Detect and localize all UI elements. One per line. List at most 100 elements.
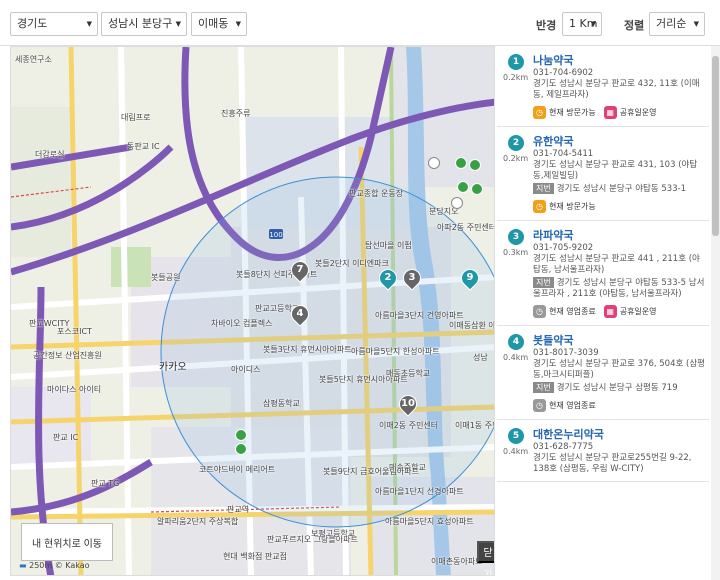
- map-label: 아름마을3단지 건영아파트: [375, 311, 464, 320]
- status-badges: ◷ 현재 영업종료: [533, 399, 705, 413]
- pharmacy-phone: 031-628-7775: [533, 442, 594, 452]
- pharmacy-marker[interactable]: [469, 159, 481, 171]
- pharmacy-name-link[interactable]: 유한약국: [533, 134, 705, 149]
- pharmacy-list-item[interactable]: 5 0.4km 대한온누리약국 031-628-7775 경기도 성남시 분당구 판교로…: [497, 420, 709, 482]
- map-label: 공간정보 산업진흥원: [33, 351, 102, 360]
- pharmacy-list-item[interactable]: 1 0.2km 나눔약국 031-704-6902 경기도 성남시 분당구 판교로 43…: [497, 46, 709, 127]
- map-label: 매동초등학교: [386, 369, 431, 378]
- pharmacy-address: 경기도 성남시 분당구 판교로 431, 103 (야탑동,제일빌딩): [533, 160, 698, 181]
- city-select[interactable]: 성남시 분당구 ▼: [101, 12, 187, 36]
- jibun-text: 경기도 성남시 분당구 야탑동 533-1: [556, 184, 687, 194]
- map-label: 알파리움2단지 주상복합: [157, 517, 239, 526]
- svg-text:100: 100: [269, 231, 282, 239]
- chevron-down-icon: ▼: [175, 20, 181, 28]
- list-scrollbar[interactable]: [711, 46, 720, 580]
- pharmacy-address: 경기도 성남시 분당구 판교로 432, 11호 (이매동, 제일프라자): [533, 79, 700, 100]
- map-label: 이매2동 주민센터: [379, 421, 439, 430]
- pharmacy-list[interactable]: 1 0.2km 나눔약국 031-704-6902 경기도 성남시 분당구 판교로 43…: [497, 46, 709, 580]
- calendar-icon: ▦: [603, 305, 617, 318]
- clock-icon: ◷: [533, 399, 546, 412]
- chevron-down-icon: ▼: [86, 20, 92, 28]
- map-label: 차바이오 컴플렉스: [211, 319, 273, 328]
- pharmacy-marker[interactable]: [428, 157, 440, 169]
- map-label: 보평고등학교: [311, 529, 356, 538]
- status-badges: ◷ 현재 방문가능: [533, 200, 705, 214]
- result-distance: 0.3km: [503, 248, 529, 257]
- pharmacy-marker[interactable]: [455, 157, 467, 169]
- pharmacy-name-link[interactable]: 라파약국: [533, 228, 705, 243]
- result-distance: 0.4km: [503, 447, 529, 456]
- status-badge: ◷ 현재 방문가능: [533, 106, 596, 120]
- map-label: 이매동삼환 아파트: [449, 321, 495, 330]
- map-label: 이매촌동아파트: [431, 557, 483, 566]
- close-map-button[interactable]: 닫기: [477, 541, 494, 575]
- pharmacy-marker[interactable]: [235, 443, 247, 455]
- pharmacy-name-link[interactable]: 대한온누리약국: [533, 427, 705, 442]
- pharmacy-name-link[interactable]: 봇들약국: [533, 333, 705, 348]
- map-label: 코트야드바이 메리어트: [199, 465, 276, 474]
- radius-select[interactable]: 1 Km ▼: [562, 12, 602, 36]
- clock-icon: ◷: [533, 106, 546, 119]
- locate-me-button[interactable]: 내 현위치로 이동: [21, 523, 113, 561]
- sort-value: 거리순: [656, 17, 687, 30]
- status-badges: ◷ 현재 영업종료 ▦ 공휴일운영: [533, 305, 705, 319]
- radius-label: 반경: [536, 19, 557, 32]
- map-label: 마이다스 아이티: [47, 385, 102, 394]
- map-label: 동판교 IC: [127, 142, 160, 151]
- map-label: 세종연구소: [15, 55, 52, 64]
- map-label: 현대 백화점 판교점: [223, 552, 287, 561]
- pharmacy-marker[interactable]: [235, 429, 247, 441]
- jibun-text: 경기도 성남시 분당구 야탑동 533-5 남서울프라자 , 211호 (야탑동…: [533, 278, 705, 299]
- map-label: 아름마을5단지 효성아파트: [385, 517, 474, 526]
- map-label: 봇들3단지 휴먼시아아파트: [263, 345, 352, 354]
- filter-bar: 경기도 ▼ 성남시 분당구 ▼ 이매동 ▼ 반경 1 Km ▼ 정렬 거리순 ▼: [0, 0, 720, 46]
- map-label: 아이디스: [231, 365, 261, 374]
- status-badge: ◷ 현재 영업종료: [533, 305, 596, 319]
- map-label: 판교 IC: [53, 433, 79, 442]
- map-scale: ▬ 250m © Kakao: [19, 561, 90, 570]
- map-label: 이매1동 주민센터: [455, 421, 494, 430]
- pharmacy-marker[interactable]: [471, 183, 483, 195]
- status-badge: ▦ 공휴일운영: [603, 305, 657, 319]
- map-label: 탑선마을 이펍: [365, 241, 412, 250]
- map-label: 대림프로: [121, 113, 151, 122]
- map-label: 봇들2단지 이디엔파크: [315, 259, 389, 268]
- pharmacy-marker[interactable]: [451, 197, 463, 209]
- chevron-down-icon: ▼: [235, 20, 241, 28]
- map-view[interactable]: 100 세종연구소 진흥주류 대림프로 더감로실 동판교 IC 판교종합 운동장…: [10, 46, 495, 576]
- pharmacy-list-item[interactable]: 4 0.4km 봇들약국 031-8017-3039 경기도 성남시 분당구 판교로 3…: [497, 326, 709, 420]
- district-select[interactable]: 이매동 ▼: [191, 12, 247, 36]
- pharmacy-phone: 031-704-5411: [533, 149, 594, 159]
- result-number-badge: 2: [508, 135, 524, 151]
- map-label: 판교역: [227, 505, 250, 514]
- pharmacy-address: 경기도 성남시 분당구 판교로 441 , 211호 (야탑동, 남서울프라자): [533, 254, 700, 275]
- pharmacy-list-item[interactable]: 3 0.3km 라파약국 031-705-9202 경기도 성남시 분당구 판교로 44…: [497, 221, 709, 326]
- result-distance: 0.4km: [503, 353, 529, 362]
- map-label: 봇들공원: [151, 273, 181, 282]
- pharmacy-phone: 031-704-6902: [533, 68, 594, 78]
- result-number-badge: 4: [508, 334, 524, 350]
- scale-label: 250m: [29, 561, 53, 570]
- status-badge-text: 현재 방문가능: [549, 202, 596, 211]
- pharmacy-list-item[interactable]: 2 0.2km 유한약국 031-704-5411 경기도 성남시 분당구 판교로 43…: [497, 127, 709, 221]
- pharmacy-address: 경기도 성남시 분당구 판교로255번길 9-22, 138호 (삼평동, 우림…: [533, 453, 692, 474]
- map-label: 진흥주류: [221, 109, 251, 118]
- calendar-icon: ▦: [603, 106, 617, 119]
- jibun-tag: 지번: [533, 382, 554, 393]
- map-label: 판교종합 운동장: [349, 189, 404, 198]
- scrollbar-thumb[interactable]: [712, 56, 719, 236]
- sort-label: 정렬: [624, 19, 645, 32]
- map-label: 판교 TG: [91, 479, 120, 488]
- map-label: 아름마을1단지 선경아파트: [375, 487, 464, 496]
- pharmacy-marker[interactable]: [457, 181, 469, 193]
- pharmacy-phone: 031-705-9202: [533, 243, 594, 253]
- sort-select[interactable]: 거리순 ▼: [649, 12, 705, 36]
- status-badge-text: 현재 방문가능: [549, 108, 596, 117]
- jibun-text: 경기도 성남시 분당구 삼평동 719: [556, 383, 678, 393]
- result-number-badge: 1: [508, 54, 524, 70]
- pharmacy-phone: 031-8017-3039: [533, 348, 599, 358]
- pharmacy-jibun-address: 지번 경기도 성남시 분당구 야탑동 533-1: [533, 183, 705, 195]
- province-select[interactable]: 경기도 ▼: [10, 12, 98, 36]
- pharmacy-name-link[interactable]: 나눔약국: [533, 53, 705, 68]
- pharmacy-address: 경기도 성남시 분당구 판교로 376, 504호 (삼평동,마크시티퍼플): [533, 359, 705, 380]
